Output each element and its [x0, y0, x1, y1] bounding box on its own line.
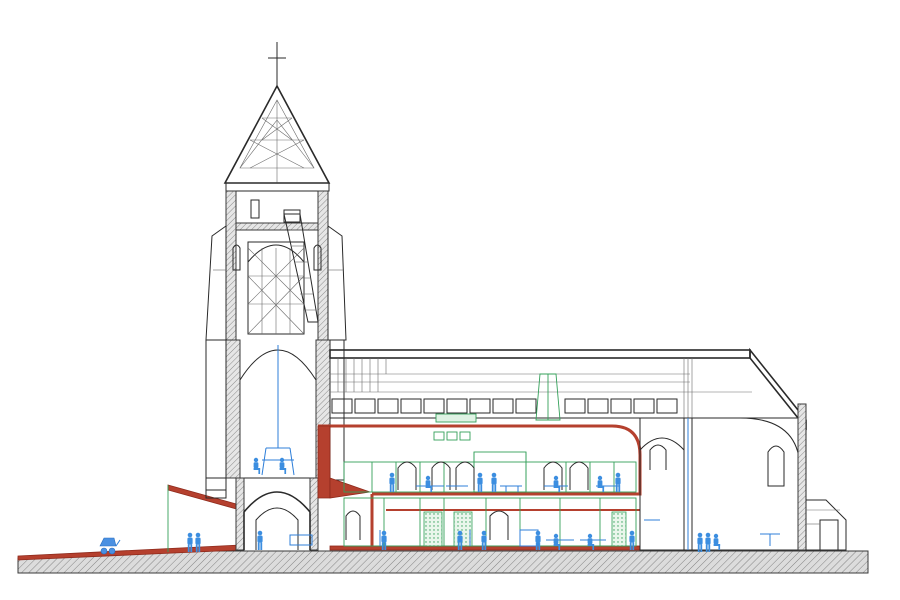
person-icon	[425, 475, 433, 492]
person-icon	[615, 472, 621, 492]
nave-interior	[317, 424, 642, 551]
person-icon	[697, 532, 703, 552]
chandelier	[261, 447, 295, 476]
person-icon	[477, 472, 483, 492]
belfry-frame	[247, 199, 319, 335]
church-section-drawing	[17, 42, 869, 574]
person-icon	[705, 532, 711, 552]
person-icon	[491, 472, 497, 492]
cross-icon	[268, 42, 286, 88]
roof-coffers	[331, 398, 678, 414]
choir	[639, 403, 847, 551]
person-icon	[713, 533, 721, 550]
nave-roof	[329, 347, 807, 431]
person-icon	[597, 475, 605, 492]
person-icon	[553, 475, 561, 492]
ground-floor-furniture	[379, 529, 606, 547]
person-icon	[389, 472, 395, 492]
person-icon	[257, 530, 263, 550]
person-icon	[253, 457, 261, 474]
upper-floor-furniture	[416, 485, 620, 492]
